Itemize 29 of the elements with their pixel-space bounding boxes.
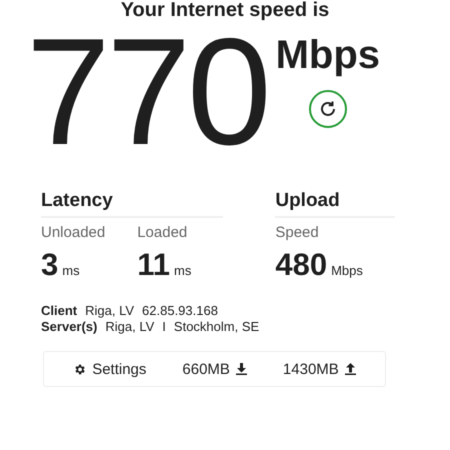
metric-unit: ms bbox=[174, 263, 192, 278]
speed-heading: Your Internet speed is bbox=[120, 0, 330, 20]
speed-value: 770 bbox=[26, 22, 268, 162]
section-title: Upload bbox=[275, 190, 395, 218]
info-text: Riga, LV bbox=[85, 303, 134, 319]
metric-value: 480 bbox=[275, 247, 328, 283]
settings-button[interactable]: Settings bbox=[73, 360, 146, 378]
info-text: I bbox=[162, 319, 166, 335]
upload-icon bbox=[344, 363, 356, 375]
info-text: 62.85.93.168 bbox=[142, 303, 218, 319]
refresh-button[interactable] bbox=[308, 90, 347, 128]
data-size: 1430MB bbox=[282, 360, 356, 378]
info-label: Client bbox=[41, 303, 78, 319]
data-size: 660MB bbox=[182, 360, 247, 378]
gear-icon bbox=[73, 362, 86, 376]
metric-label: Unloaded bbox=[41, 224, 106, 241]
metric-unit: Mbps bbox=[331, 263, 363, 278]
info-text: Stockholm, SE bbox=[174, 319, 260, 335]
info-label: Server(s) bbox=[41, 319, 98, 335]
metric-value: 11 bbox=[137, 247, 170, 283]
section-title: Latency bbox=[41, 190, 224, 218]
metric-value: 3 bbox=[41, 247, 58, 283]
info-text: Riga, LV bbox=[105, 319, 154, 335]
metric-label: Loaded bbox=[137, 224, 188, 241]
refresh-icon bbox=[318, 100, 337, 118]
metric-label: Speed bbox=[275, 224, 320, 241]
metric-unit: ms bbox=[62, 263, 80, 278]
speed-unit: Mbps bbox=[276, 34, 380, 76]
download-icon bbox=[236, 363, 247, 375]
